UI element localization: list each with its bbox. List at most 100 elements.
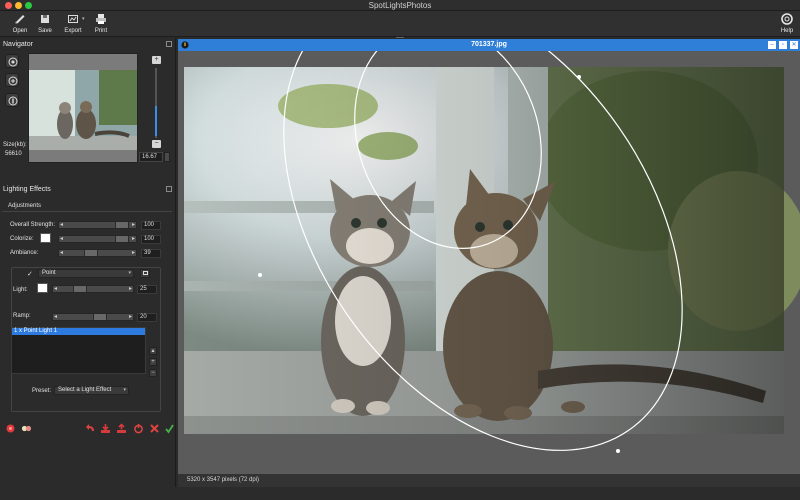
lights-list[interactable]: 1 x Point Light 1 bbox=[11, 327, 146, 374]
zoom-in-icon: + bbox=[154, 56, 159, 63]
slider-thumb[interactable] bbox=[84, 250, 98, 256]
left-arrow-icon[interactable]: ◂ bbox=[54, 314, 57, 320]
zoom-input[interactable]: 16.67 bbox=[139, 152, 163, 162]
title-bar: SpotLightsPhotos bbox=[0, 0, 800, 11]
help-icon bbox=[781, 13, 793, 25]
colorize-slider[interactable]: ◂ ▸ bbox=[58, 235, 137, 243]
colorize-label: Colorize: bbox=[10, 236, 34, 242]
light-enabled-checkbox[interactable]: ✓ bbox=[27, 271, 34, 278]
size-value: 56610 bbox=[5, 151, 22, 157]
ramp-slider[interactable]: ◂ ▸ bbox=[52, 313, 134, 321]
import-light-icon[interactable] bbox=[100, 423, 111, 434]
image-canvas[interactable] bbox=[178, 51, 800, 474]
slider-thumb[interactable] bbox=[93, 314, 107, 320]
left-arrow-icon[interactable]: ◂ bbox=[60, 222, 63, 228]
chevron-down-icon: ▾ bbox=[128, 270, 131, 276]
list-up-button[interactable]: ▴ bbox=[149, 347, 157, 355]
actual-size-icon bbox=[8, 76, 18, 86]
export-dropdown-icon[interactable]: ▾ bbox=[82, 16, 86, 24]
minimize-icon[interactable]: – bbox=[768, 41, 776, 49]
restore-icon[interactable]: ▫ bbox=[779, 41, 787, 49]
left-arrow-icon[interactable]: ◂ bbox=[60, 250, 63, 256]
overall-strength-label: Overall Strength: bbox=[10, 222, 56, 228]
photo bbox=[178, 51, 800, 474]
overall-strength-input[interactable]: 100 bbox=[141, 221, 161, 230]
preset-select[interactable]: Select a Light Effect ▾ bbox=[54, 386, 129, 395]
ambiance-input[interactable]: 39 bbox=[141, 249, 161, 258]
open-icon bbox=[15, 15, 25, 24]
light-type-select[interactable]: Point ▾ bbox=[38, 269, 134, 278]
image-filename: 701337.jpg bbox=[471, 41, 507, 48]
slider-thumb[interactable] bbox=[115, 222, 129, 228]
colorize-swatch[interactable] bbox=[40, 233, 51, 243]
undo-icon[interactable] bbox=[85, 423, 96, 434]
actual-size-button[interactable] bbox=[5, 73, 19, 87]
zoom-in-button[interactable]: + bbox=[152, 56, 161, 64]
light-label: Light: bbox=[13, 287, 28, 293]
print-button[interactable]: Print bbox=[89, 13, 113, 34]
ramp-label: Ramp: bbox=[13, 313, 31, 319]
chevron-up-icon: ▴ bbox=[151, 348, 155, 354]
zoom-out-button[interactable]: − bbox=[152, 140, 161, 148]
export-light-icon[interactable] bbox=[116, 423, 127, 434]
one-to-one-button[interactable] bbox=[5, 93, 19, 107]
right-arrow-icon[interactable]: ▸ bbox=[132, 236, 135, 242]
save-icon bbox=[41, 15, 49, 23]
zoom-stepper[interactable] bbox=[164, 152, 170, 162]
close-icon[interactable]: ✕ bbox=[790, 41, 798, 49]
one-to-one-icon bbox=[8, 96, 18, 106]
image-status-bar: 5320 x 3547 pixels (72 dpi) bbox=[178, 474, 800, 487]
colorize-input[interactable]: 100 bbox=[141, 235, 161, 244]
fit-view-button[interactable] bbox=[5, 54, 19, 68]
light-color-swatch[interactable] bbox=[37, 283, 48, 293]
preset-label: Preset: bbox=[32, 388, 52, 394]
left-arrow-icon[interactable]: ◂ bbox=[54, 286, 57, 292]
delete-icon[interactable] bbox=[149, 423, 160, 434]
right-arrow-icon[interactable]: ▸ bbox=[129, 314, 132, 320]
collapse-navigator-icon[interactable] bbox=[166, 41, 172, 47]
power-icon[interactable] bbox=[133, 423, 144, 434]
collapse-lighting-icon[interactable] bbox=[166, 186, 172, 192]
ambiance-label: Ambiance: bbox=[10, 250, 39, 256]
plus-icon: + bbox=[151, 359, 155, 365]
apply-check-icon[interactable] bbox=[164, 423, 175, 434]
chevron-down-icon: ▾ bbox=[123, 387, 126, 393]
right-arrow-icon[interactable]: ▸ bbox=[132, 222, 135, 228]
lighting-effects-title: Lighting Effects bbox=[3, 186, 51, 193]
bottom-tray bbox=[0, 487, 800, 500]
slider-thumb[interactable] bbox=[73, 286, 87, 292]
open-button[interactable]: Open bbox=[8, 13, 32, 34]
help-button[interactable]: Help bbox=[775, 13, 799, 34]
light-input[interactable]: 25 bbox=[137, 285, 157, 294]
ramp-input[interactable]: 20 bbox=[137, 313, 157, 322]
overall-strength-slider[interactable]: ◂ ▸ bbox=[58, 221, 137, 229]
thumbnail-image bbox=[29, 54, 137, 162]
zoom-slider-fill bbox=[155, 106, 157, 136]
image-window: 701337.jpg – ▫ ✕ 5320 x 3547 pixels (72 … bbox=[178, 39, 800, 487]
export-icon bbox=[68, 15, 78, 23]
right-arrow-icon[interactable]: ▸ bbox=[129, 286, 132, 292]
print-icon bbox=[96, 14, 106, 24]
ambiance-slider[interactable]: ◂ ▸ bbox=[58, 249, 137, 257]
list-remove-button[interactable]: − bbox=[149, 369, 157, 377]
fit-view-icon bbox=[8, 57, 18, 67]
light-toggle-button[interactable] bbox=[140, 269, 150, 278]
left-arrow-icon[interactable]: ◂ bbox=[60, 236, 63, 242]
navigator-title: Navigator bbox=[3, 41, 33, 48]
adjustments-tab[interactable]: Adjustments bbox=[2, 202, 172, 212]
light-toggle-icon bbox=[143, 271, 148, 275]
size-label: Size(kb): bbox=[3, 142, 27, 148]
image-window-titlebar[interactable]: 701337.jpg – ▫ ✕ bbox=[178, 39, 800, 51]
list-add-button[interactable]: + bbox=[149, 358, 157, 366]
spotlight-icon[interactable] bbox=[5, 423, 16, 434]
navigator-thumbnail[interactable] bbox=[28, 53, 138, 163]
save-button[interactable]: Save bbox=[33, 13, 57, 34]
right-arrow-icon[interactable]: ▸ bbox=[132, 250, 135, 256]
minus-icon: − bbox=[151, 370, 155, 376]
list-item[interactable]: 1 x Point Light 1 bbox=[12, 328, 145, 335]
light-slider[interactable]: ◂ ▸ bbox=[52, 285, 134, 293]
slider-thumb[interactable] bbox=[115, 236, 129, 242]
zoom-out-icon: − bbox=[154, 140, 159, 147]
app-title: SpotLightsPhotos bbox=[368, 1, 432, 10]
color-dots-icon[interactable] bbox=[21, 423, 32, 434]
